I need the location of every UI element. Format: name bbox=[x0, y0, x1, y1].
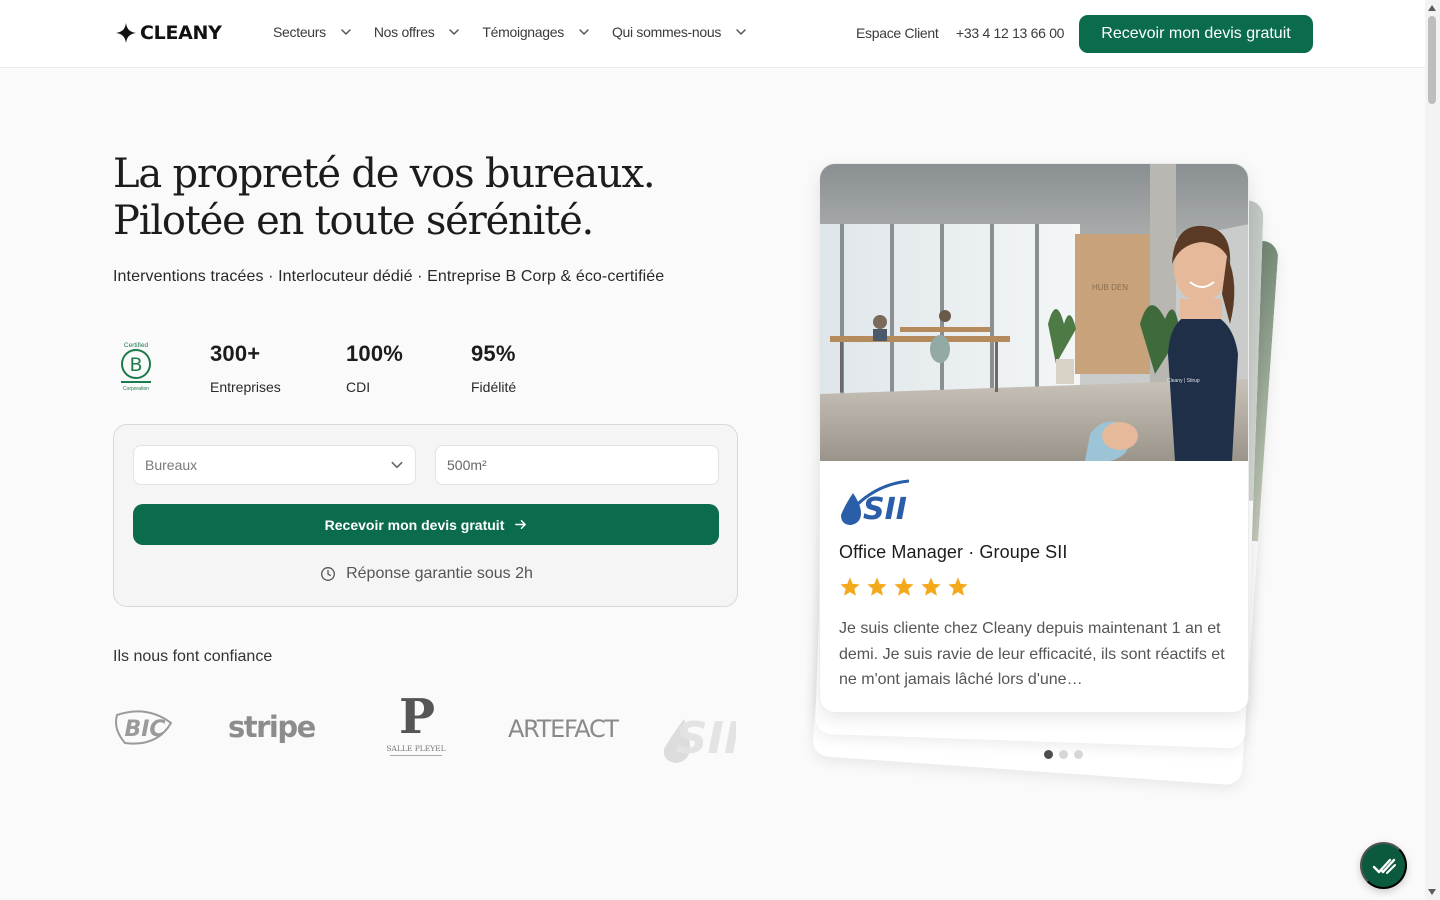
star-icon bbox=[867, 577, 887, 596]
chat-widget-button[interactable] bbox=[1360, 842, 1407, 889]
menu-item-label: Témoignages bbox=[482, 24, 564, 40]
top-navigation: CLEANY Secteurs Nos offres Témoignages Q… bbox=[0, 0, 1425, 68]
svg-text:SII: SII bbox=[676, 713, 736, 764]
svg-text:HUB DEN: HUB DEN bbox=[1092, 283, 1128, 292]
submit-quote-button[interactable]: Recevoir mon devis gratuit bbox=[133, 504, 719, 545]
carousel-dot-2[interactable] bbox=[1059, 750, 1068, 759]
surface-input[interactable] bbox=[435, 445, 719, 485]
sii-logo: SII bbox=[841, 479, 910, 527]
star-icon bbox=[948, 577, 968, 596]
espace-client-link[interactable]: Espace Client bbox=[856, 25, 939, 41]
submit-quote-label: Recevoir mon devis gratuit bbox=[324, 516, 505, 533]
response-guarantee-text: Réponse garantie sous 2h bbox=[346, 565, 533, 582]
quote-form: Bureaux Recevoir mon devis gratuit Répon… bbox=[113, 424, 738, 607]
testimonial-author-role: Office Manager · Groupe SII bbox=[839, 542, 1068, 562]
hero-title-line-1: La propreté de vos bureaux. bbox=[113, 151, 656, 197]
menu-item-label: Qui sommes-nous bbox=[611, 24, 722, 40]
arrow-right-icon bbox=[515, 520, 527, 529]
b-corp-certified-icon: Certified B Corporation bbox=[121, 342, 151, 392]
menu-item-qui-sommes-nous[interactable]: Qui sommes-nous bbox=[612, 24, 747, 40]
chevron-down-icon bbox=[449, 29, 460, 35]
chevron-down-icon bbox=[341, 29, 351, 35]
star-icon bbox=[921, 577, 941, 596]
response-guarantee: Réponse garantie sous 2h bbox=[114, 565, 739, 583]
clock-icon bbox=[321, 567, 336, 581]
stat-label: Fidélité bbox=[471, 379, 517, 395]
bcorp-letter: B bbox=[129, 354, 142, 376]
svg-text:Cleany | Stirup: Cleany | Stirup bbox=[1167, 378, 1200, 384]
chevron-down-icon bbox=[391, 461, 403, 469]
cleany-logo[interactable]: CLEANY bbox=[115, 22, 222, 44]
client-logos-carousel: BIC stripe P SALLE PLEYEL ARTEFACT SII bbox=[113, 685, 736, 770]
stat-cdi: 100% CDI bbox=[346, 341, 403, 395]
menu-item-nos-offres[interactable]: Nos offres bbox=[374, 24, 461, 40]
carousel-pagination bbox=[1044, 750, 1083, 759]
salle-pleyel-logo: P SALLE PLEYEL bbox=[386, 691, 446, 756]
star-icon bbox=[894, 577, 914, 596]
main-menu: Secteurs Nos offres Témoignages Qui somm… bbox=[273, 24, 747, 40]
testimonial-quote: Je suis cliente chez Cleany depuis maint… bbox=[839, 620, 1225, 688]
hero-title: La propreté de vos bureaux. Pilotée en t… bbox=[113, 151, 753, 245]
svg-text:BIC: BIC bbox=[124, 717, 165, 742]
artefact-logo: ARTEFACT bbox=[508, 715, 619, 743]
hero-subtitle: Interventions tracées · Interlocuteur dé… bbox=[113, 268, 665, 285]
scrollbar-thumb[interactable] bbox=[1428, 16, 1436, 104]
stat-label: Entreprises bbox=[210, 379, 281, 395]
stat-fidelite: 95% Fidélité bbox=[471, 341, 516, 395]
premises-type-select[interactable]: Bureaux bbox=[133, 445, 416, 485]
menu-item-label: Nos offres bbox=[373, 24, 435, 40]
scroll-down-arrow-icon[interactable] bbox=[1428, 889, 1436, 895]
menu-item-label: Secteurs bbox=[273, 24, 326, 40]
premises-type-value: Bureaux bbox=[145, 457, 198, 473]
stat-value: 100% bbox=[346, 341, 404, 366]
sii-logo-faded: SII bbox=[663, 713, 736, 764]
stat-value: 95% bbox=[471, 341, 516, 366]
menu-item-temoignages[interactable]: Témoignages bbox=[482, 24, 590, 40]
brand-name: CLEANY bbox=[140, 22, 222, 44]
star-rating bbox=[839, 576, 969, 598]
bcorp-bottom-text: Corporation bbox=[123, 386, 149, 392]
hero-title-line-2: Pilotée en toute sérénité. bbox=[113, 198, 594, 244]
svg-text:SII: SII bbox=[863, 492, 907, 527]
scroll-up-arrow-icon[interactable] bbox=[1428, 5, 1436, 11]
carousel-dot-1[interactable] bbox=[1044, 750, 1053, 759]
testimonial-card[interactable]: HUB DEN Cleany | Stirup SII Office Manag… bbox=[819, 163, 1249, 713]
bcorp-top-text: Certified bbox=[124, 342, 149, 349]
stripe-logo: stripe bbox=[228, 710, 316, 744]
stat-entreprises: 300+ Entreprises bbox=[210, 341, 281, 395]
star-icon bbox=[840, 577, 860, 596]
bic-logo: BIC bbox=[115, 710, 173, 745]
menu-item-secteurs[interactable]: Secteurs bbox=[273, 24, 352, 40]
stat-value: 300+ bbox=[210, 341, 261, 366]
trust-title: Ils nous font confiance bbox=[113, 648, 273, 665]
stat-label: CDI bbox=[346, 379, 371, 395]
page-scrollbar[interactable] bbox=[1425, 0, 1440, 900]
chevron-down-icon bbox=[736, 29, 746, 35]
double-check-icon bbox=[1372, 858, 1396, 874]
office-cleaner-photo: HUB DEN Cleany | Stirup bbox=[820, 164, 1248, 461]
nav-quote-button[interactable]: Recevoir mon devis gratuit bbox=[1079, 15, 1313, 53]
carousel-dot-3[interactable] bbox=[1074, 750, 1083, 759]
phone-link[interactable]: +33 4 12 13 66 00 bbox=[956, 25, 1064, 41]
chevron-down-icon bbox=[579, 29, 589, 35]
svg-text:P: P bbox=[399, 691, 435, 745]
sparkle-icon bbox=[115, 22, 137, 44]
svg-text:SALLE PLEYEL: SALLE PLEYEL bbox=[386, 744, 445, 753]
